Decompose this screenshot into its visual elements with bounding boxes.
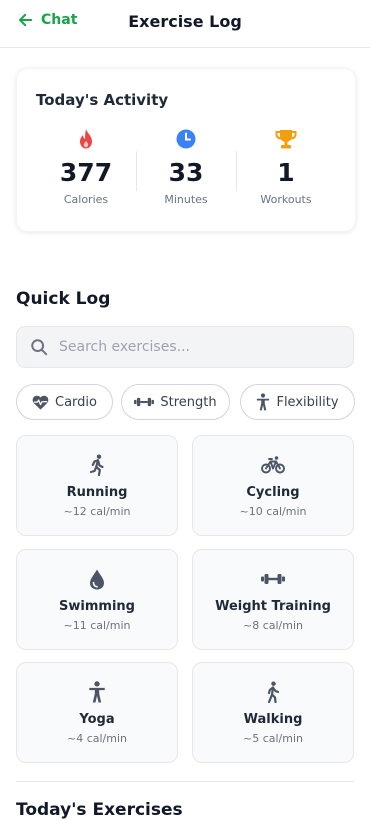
filter-label: Strength (160, 394, 217, 410)
stat-label: Workouts (260, 193, 312, 206)
exercise-cal: ~10 cal/min (239, 505, 307, 518)
dumbbell-icon (134, 397, 155, 407)
exercise-name: Running (66, 485, 128, 500)
clock-icon (176, 129, 196, 149)
person-icon (89, 681, 105, 703)
exercise-name: Swimming (59, 599, 135, 614)
filter-cardio[interactable]: Cardio (16, 384, 113, 420)
exercise-cal: ~4 cal/min (66, 732, 127, 745)
stat-value: 33 (168, 158, 204, 187)
heartbeat-icon (32, 395, 49, 410)
exercise-name: Yoga (79, 712, 115, 727)
stat-label: Calories (63, 193, 109, 206)
exercise-cal: ~8 cal/min (242, 619, 303, 632)
stat-value: 377 (59, 158, 113, 187)
stat-value: 1 (277, 158, 295, 187)
exercise-cal: ~12 cal/min (63, 505, 131, 518)
exercise-walking[interactable]: Walking ~5 cal/min (192, 662, 354, 763)
header: Chat Exercise Log (0, 0, 370, 48)
exercise-cal: ~5 cal/min (242, 732, 303, 745)
activity-title: Today's Activity (36, 91, 169, 109)
stat-calories: 377 Calories (36, 127, 136, 206)
exercise-yoga[interactable]: Yoga ~4 cal/min (16, 662, 178, 763)
filter-flexibility[interactable]: Flexibility (240, 384, 355, 420)
activity-card: Today's Activity 377 Calories 33 Minutes… (16, 68, 356, 232)
exercise-cal: ~11 cal/min (63, 619, 131, 632)
exercise-weight-training[interactable]: Weight Training ~8 cal/min (192, 549, 354, 650)
exercise-name: Cycling (246, 485, 300, 500)
filter-strength[interactable]: Strength (121, 384, 230, 420)
dumbbell-icon (261, 574, 285, 584)
todays-exercises-title: Today's Exercises (16, 800, 183, 820)
bicycle-icon (261, 456, 285, 474)
stat-label: Minutes (164, 193, 208, 206)
exercise-name: Weight Training (215, 599, 331, 614)
page-title: Exercise Log (128, 12, 242, 31)
exercise-name: Walking (243, 712, 303, 727)
exercise-cycling[interactable]: Cycling ~10 cal/min (192, 435, 354, 536)
search-bar[interactable] (16, 326, 354, 368)
flame-icon (80, 129, 92, 149)
person-icon (257, 393, 270, 411)
stat-minutes: 33 Minutes (136, 127, 236, 206)
stat-workouts: 1 Workouts (236, 127, 336, 206)
quick-log-title: Quick Log (16, 289, 111, 309)
exercise-swimming[interactable]: Swimming ~11 cal/min (16, 549, 178, 650)
running-icon (89, 454, 104, 476)
trophy-icon (275, 130, 297, 149)
exercise-running[interactable]: Running ~12 cal/min (16, 435, 178, 536)
search-input[interactable] (57, 338, 331, 356)
filter-label: Cardio (55, 394, 97, 410)
walking-icon (267, 681, 280, 703)
filter-label: Flexibility (276, 394, 339, 410)
search-icon (31, 339, 48, 356)
water-drop-icon (90, 569, 104, 589)
section-divider (16, 781, 354, 782)
